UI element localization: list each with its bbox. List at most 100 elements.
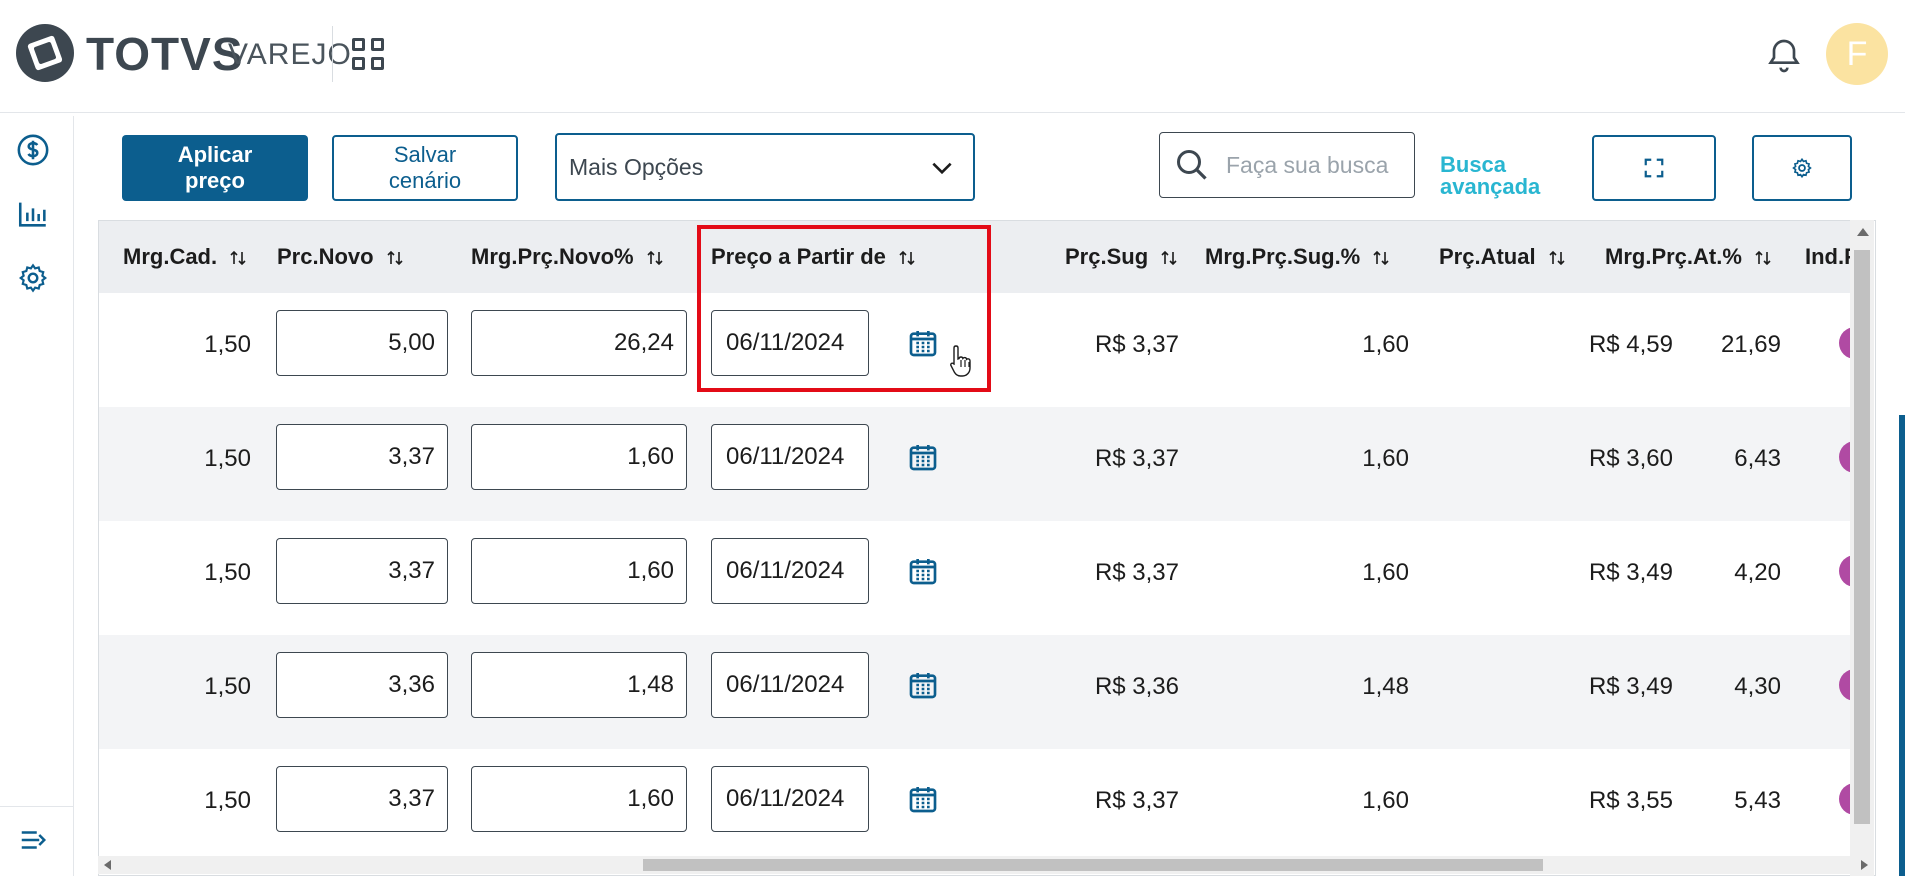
mrg-novo-input[interactable]: 1,48 [471,652,687,718]
cell-prc-sug: R$ 3,37 [1094,559,1179,586]
more-options-select[interactable]: Mais Opções [555,133,975,201]
sort-arrows-icon[interactable] [229,249,247,267]
cell-mrg-cad: 1,50 [204,787,251,814]
sort-arrows-icon[interactable] [646,249,664,267]
cell-prc-atual: R$ 3,49 [1588,559,1673,586]
apps-grid-icon[interactable] [352,38,384,70]
sidebar-collapse-button[interactable] [15,822,51,858]
sort-arrows-icon[interactable] [1754,249,1772,267]
cell-mrg-sug: 1,60 [1362,787,1409,814]
collapse-menu-icon [21,831,47,849]
gear-icon [1792,157,1812,179]
header-divider [332,26,333,82]
prc-novo-input[interactable]: 3,37 [276,766,448,832]
scroll-up-arrow-icon[interactable] [1857,228,1869,236]
highlight-box [697,225,991,392]
search-icon [1177,150,1207,180]
date-input[interactable]: 06/11/2024 [711,766,869,832]
cell-mrg-cad: 1,50 [204,331,251,358]
column-header-mrg-cad[interactable]: Mrg.Cad. [123,221,247,293]
date-input[interactable]: 06/11/2024 [711,424,869,490]
cell-mrg-sug: 1,48 [1362,673,1409,700]
cell-prc-sug: R$ 3,37 [1094,787,1179,814]
cell-mrg-cad: 1,50 [204,559,251,586]
column-header-mrg-prc-sug[interactable]: Mrg.Prç.Sug.% [1205,221,1390,293]
column-header-prc-novo[interactable]: Prc.Novo [277,221,404,293]
column-header-prc-atual[interactable]: Prç.Atual [1439,221,1566,293]
column-header-mrg-prc-at[interactable]: Mrg.Prç.At.% [1605,221,1772,293]
apply-price-button[interactable]: Aplicar preço [122,135,308,201]
horizontal-scrollbar[interactable] [98,856,1874,874]
sidebar-divider [0,806,74,807]
cell-prc-sug: R$ 3,36 [1094,673,1179,700]
sidebar-item-settings[interactable] [15,260,51,296]
totvs-logo-icon [16,24,74,82]
search-box[interactable] [1159,132,1415,198]
cell-mrg-at: 6,43 [1734,445,1781,472]
scroll-right-arrow-icon[interactable] [1861,860,1868,870]
cell-prc-sug: R$ 3,37 [1094,445,1179,472]
mrg-novo-input[interactable]: 26,24 [471,310,687,376]
date-input[interactable]: 06/11/2024 [711,652,869,718]
cell-mrg-sug: 1,60 [1362,559,1409,586]
cell-prc-atual: R$ 4,59 [1588,331,1673,358]
cell-mrg-at: 4,20 [1734,559,1781,586]
cell-prc-atual: R$ 3,60 [1588,445,1673,472]
calendar-icon[interactable] [907,669,939,701]
prc-novo-input[interactable]: 3,37 [276,424,448,490]
cell-mrg-at: 4,30 [1734,673,1781,700]
brand-subtitle: VAREJO [228,38,352,71]
chevron-down-icon [932,162,952,175]
sidebar [0,116,74,876]
calendar-icon[interactable] [907,783,939,815]
vertical-scrollbar[interactable] [1850,220,1874,876]
mrg-novo-input[interactable]: 1,60 [471,538,687,604]
table-row: 1,50 3,36 1,48 06/11/2024 R$ 3,36 1,48 R… [99,635,1871,749]
mrg-novo-input[interactable]: 1,60 [471,766,687,832]
hand-cursor-icon [950,345,971,377]
cell-mrg-sug: 1,60 [1362,331,1409,358]
top-bar: TOTVS VAREJO F [0,0,1905,113]
user-avatar[interactable]: F [1826,23,1888,85]
date-input[interactable]: 06/11/2024 [711,538,869,604]
bell-icon[interactable] [1764,36,1804,76]
grid-settings-button[interactable] [1752,135,1852,201]
page-scroll-indicator [1899,415,1905,876]
cell-mrg-sug: 1,60 [1362,445,1409,472]
scroll-left-arrow-icon[interactable] [104,860,111,870]
sort-arrows-icon[interactable] [1160,249,1178,267]
mrg-novo-input[interactable]: 1,60 [471,424,687,490]
dollar-circle-icon [17,134,49,166]
sort-arrows-icon[interactable] [1548,249,1566,267]
horizontal-scroll-thumb[interactable] [643,859,1543,871]
prc-novo-input[interactable]: 5,00 [276,310,448,376]
bar-chart-icon [18,202,46,227]
prc-novo-input[interactable]: 3,37 [276,538,448,604]
vertical-scroll-thumb[interactable] [1854,250,1870,824]
fullscreen-icon [1644,158,1664,178]
cell-prc-atual: R$ 3,49 [1588,673,1673,700]
fullscreen-button[interactable] [1592,135,1716,201]
column-header-prc-sug[interactable]: Prç.Sug [1065,221,1178,293]
search-input[interactable] [1226,133,1406,197]
cell-prc-sug: R$ 3,37 [1094,331,1179,358]
brand-name: TOTVS [86,28,244,80]
cell-prc-atual: R$ 3,55 [1588,787,1673,814]
sort-arrows-icon[interactable] [386,249,404,267]
cell-mrg-at: 5,43 [1734,787,1781,814]
table-row: 1,50 3,37 1,60 06/11/2024 R$ 3,37 1,60 R… [99,521,1871,635]
cell-mrg-at: 21,69 [1720,331,1781,358]
table-row: 1,50 3,37 1,60 06/11/2024 R$ 3,37 1,60 R… [99,749,1871,863]
calendar-icon[interactable] [907,555,939,587]
sort-arrows-icon[interactable] [1372,249,1390,267]
more-options-value: Mais Opções [569,154,704,180]
column-header-mrg-prc-novo[interactable]: Mrg.Prç.Novo% [471,221,664,293]
sidebar-item-pricing[interactable] [15,132,51,168]
table-row: 1,50 3,37 1,60 06/11/2024 R$ 3,37 1,60 R… [99,407,1871,521]
gear-icon [18,263,48,293]
prc-novo-input[interactable]: 3,36 [276,652,448,718]
save-scenario-button[interactable]: Salvar cenário [332,135,518,201]
advanced-search-link[interactable]: Busca avançada [1440,154,1550,198]
calendar-icon[interactable] [907,441,939,473]
sidebar-item-reports[interactable] [15,196,51,232]
